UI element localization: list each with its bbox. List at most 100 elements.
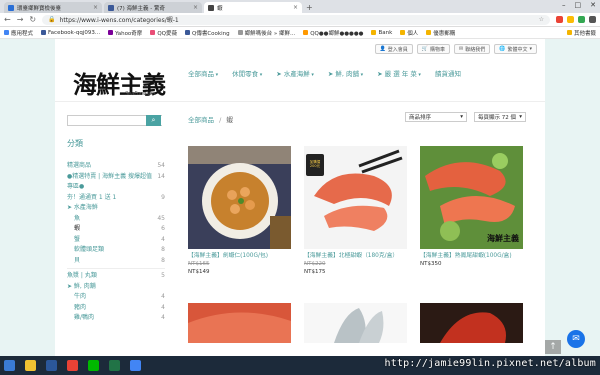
- product-photo: [304, 303, 407, 343]
- category-item-selected[interactable]: 蝦6: [67, 224, 165, 235]
- product-image-cooked-shrimp[interactable]: 海鮮主義: [420, 146, 523, 249]
- category-item[interactable]: 魚漿 | 丸類 5: [67, 268, 165, 282]
- breadcrumb-home[interactable]: 全部商品: [188, 116, 214, 124]
- reload-icon[interactable]: ↻: [29, 15, 36, 24]
- star-icon[interactable]: ☆: [539, 16, 544, 23]
- messenger-chat-button[interactable]: ✉: [567, 330, 585, 348]
- close-icon[interactable]: ×: [193, 4, 198, 11]
- category-item[interactable]: ●精選特賣 | 海鮮主義 搜爆超值專區● 14: [67, 172, 165, 193]
- minimize-icon[interactable]: –: [562, 1, 566, 9]
- product-image-shrimp-4[interactable]: [188, 303, 291, 343]
- main-nav: 全部商品 休閒零食 ➤ 水產海鮮 ➤ 鮮, 肉舖 ➤ 嚴 選 年 菜 饋貨通知: [188, 68, 461, 78]
- close-icon[interactable]: ×: [93, 4, 98, 11]
- nav-snacks[interactable]: 休閒零食: [232, 68, 262, 78]
- bookmark-item[interactable]: Yahoo奇摩: [108, 29, 142, 37]
- new-tab-button[interactable]: +: [306, 3, 313, 12]
- yahoo-icon: [108, 30, 114, 35]
- product-name[interactable]: 【海鮮主義】北極甜蝦（180克/盒）: [304, 252, 407, 260]
- product-card[interactable]: 加購價 200元 【海鮮主義】北極甜蝦（180克/盒） NT$220 NT$17…: [304, 146, 407, 276]
- app-icon[interactable]: [67, 360, 78, 371]
- browser-tab-2[interactable]: (7) 海鮮主義 - 驚奇 ×: [104, 2, 202, 13]
- browser-tab-3[interactable]: 蝦 ×: [204, 2, 302, 13]
- browser-tab-1[interactable]: 環臺鄉鮮寶檢後臺 ×: [4, 2, 102, 13]
- category-item[interactable]: ➤ 水產海鮮: [67, 203, 165, 214]
- bookmark-icon: [237, 30, 243, 35]
- facebook-icon: [41, 30, 47, 35]
- user-icon: 👤: [379, 46, 386, 52]
- page-favicon: [208, 4, 214, 11]
- bookmark-item[interactable]: QQ●●鄉鮮●●●●●: [303, 29, 363, 37]
- product-name[interactable]: 【海鮮主義】熟鳳尾甜蝦(100G/盒): [420, 252, 523, 260]
- category-item[interactable]: 貝8: [67, 256, 165, 267]
- category-item[interactable]: 蟹4: [67, 235, 165, 246]
- category-item[interactable]: 精選商品 54: [67, 161, 165, 172]
- bookmark-item[interactable]: 應用程式: [4, 29, 33, 37]
- scroll-to-top-button[interactable]: ↑: [545, 340, 561, 354]
- sort-select[interactable]: 商品排序 ▾: [405, 112, 467, 122]
- extension-icon[interactable]: [578, 16, 585, 23]
- bookmark-item[interactable]: 優惠郵購: [426, 29, 455, 37]
- bookmark-item-other[interactable]: 其他書籤: [566, 29, 596, 37]
- tab-label: 蝦: [217, 5, 223, 12]
- nav-meat[interactable]: ➤ 鮮, 肉舖: [328, 68, 363, 78]
- nav-all-products[interactable]: 全部商品: [188, 68, 218, 78]
- nav-restock-notice[interactable]: 饋貨通知: [435, 68, 461, 78]
- divider: [55, 101, 545, 102]
- category-item[interactable]: 豬肉 4: [67, 303, 165, 314]
- language-select[interactable]: 🌐 繁體中文 ▾: [494, 44, 537, 54]
- folder-icon[interactable]: [25, 360, 36, 371]
- product-photo: [420, 303, 523, 343]
- contact-button[interactable]: ✉ 聯絡我們: [454, 44, 491, 54]
- mail-icon: ✉: [459, 46, 464, 52]
- tab-label: 環臺鄉鮮寶檢後臺: [17, 5, 62, 12]
- category-item[interactable]: 雞/鴨肉 4: [67, 313, 165, 324]
- category-item[interactable]: 軟體頭足類 8: [67, 245, 165, 256]
- close-icon[interactable]: ×: [293, 4, 298, 11]
- category-heading: 分類: [67, 139, 83, 148]
- menu-icon[interactable]: [589, 16, 596, 23]
- start-icon[interactable]: [4, 360, 15, 371]
- product-image-sweet-shrimp[interactable]: 加購價 200元: [304, 146, 407, 249]
- url-field[interactable]: 🔒 https://www.i-wens.com/categories/蝦-1 …: [42, 14, 550, 25]
- product-card[interactable]: 海鮮主義 【海鮮主義】熟鳳尾甜蝦(100G/盒) NT$350: [420, 146, 523, 268]
- excel-icon[interactable]: [109, 360, 120, 371]
- extension-icon[interactable]: [567, 16, 574, 23]
- category-item[interactable]: ➤ 鮮, 肉舖: [67, 282, 165, 293]
- product-name[interactable]: 【海鮮主義】劍蝦仁(100G/包): [188, 252, 291, 260]
- product-card[interactable]: 【海鮮主義】劍蝦仁(100G/包) NT$165 NT$149: [188, 146, 291, 276]
- chrome-icon[interactable]: [130, 360, 141, 371]
- cart-button[interactable]: 🛒 購物車: [416, 44, 451, 54]
- product-image-shrimp-5[interactable]: [304, 303, 407, 343]
- folder-icon: [426, 30, 432, 35]
- chevron-down-icon: ▾: [529, 46, 532, 52]
- category-item[interactable]: 牛肉 4: [67, 292, 165, 303]
- per-page-select[interactable]: 每頁顯示 72 個 ▾: [474, 112, 526, 122]
- app-icon[interactable]: [46, 360, 57, 371]
- line-icon[interactable]: [88, 360, 99, 371]
- nav-new-year[interactable]: ➤ 嚴 選 年 菜: [377, 68, 421, 78]
- search-button[interactable]: ⌕: [146, 115, 161, 126]
- product-price: NT$175: [304, 269, 326, 275]
- maximize-icon[interactable]: □: [575, 1, 582, 9]
- bookmark-item[interactable]: Facebook-qqj093...: [41, 30, 100, 36]
- window-controls: – □ ✕: [562, 1, 596, 9]
- nav-seafood[interactable]: ➤ 水產海鮮: [276, 68, 314, 78]
- product-price: NT$350: [420, 261, 442, 267]
- login-button[interactable]: 👤 登入會員: [374, 44, 413, 54]
- product-photo: [188, 303, 291, 343]
- facebook-icon: [184, 30, 190, 35]
- product-image-shrimp-curry[interactable]: [188, 146, 291, 249]
- bookmark-item[interactable]: QQ愛薇: [150, 29, 177, 37]
- close-window-icon[interactable]: ✕: [590, 1, 596, 9]
- bookmark-item[interactable]: Q傳書Cooking: [184, 29, 230, 37]
- category-item[interactable]: 夯！通通買 1 送 19: [67, 193, 165, 204]
- category-item[interactable]: 魚 45: [67, 214, 165, 225]
- product-image-crayfish[interactable]: [420, 303, 523, 343]
- extension-icon[interactable]: [556, 16, 563, 23]
- product-old-price: NT$220: [304, 261, 326, 267]
- bookmark-item[interactable]: Bank: [371, 30, 392, 36]
- back-arrow-icon[interactable]: ←: [4, 15, 11, 24]
- bookmark-item[interactable]: 鄉鮮嗎後台 » 鄉鮮...: [237, 29, 295, 37]
- forward-arrow-icon[interactable]: →: [17, 15, 24, 24]
- bookmark-item[interactable]: 個人: [400, 29, 418, 37]
